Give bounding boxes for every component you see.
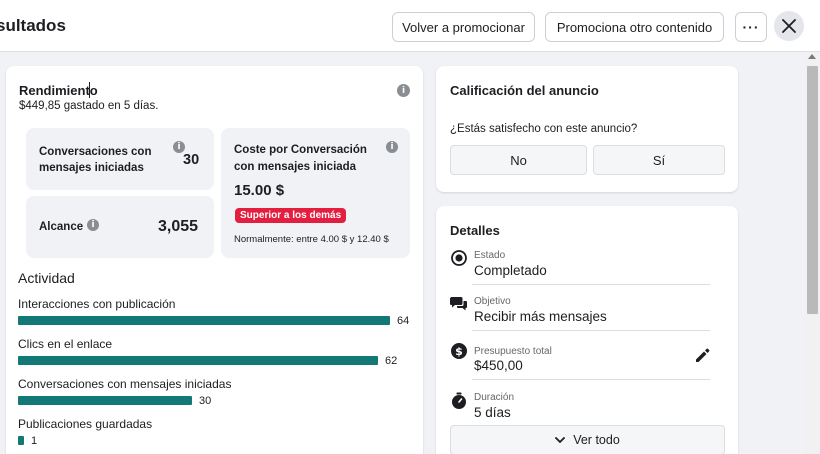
performance-info-icon[interactable]: i <box>397 84 410 97</box>
detail-label: Presupuesto total <box>474 346 552 357</box>
activity-item-value: 64 <box>397 315 410 327</box>
header-bar: sultados Volver a promocionar Promociona… <box>0 0 820 52</box>
detail-label: Duración <box>474 392 515 403</box>
stat-reach: Alcance i 3,055 <box>26 196 214 258</box>
stat-cost-label: Coste por Conversación con mensajes inic… <box>234 144 367 173</box>
rating-yes-button[interactable]: Sí <box>593 145 725 175</box>
scroll-up-arrow-icon[interactable] <box>808 54 816 59</box>
detail-value: $450,00 <box>474 358 523 373</box>
detail-row-duration: Duración 5 días <box>450 390 724 424</box>
detail-row-budget[interactable]: $ Presupuesto total $450,00 <box>450 341 724 379</box>
stat-conversations: Conversaciones con mensajes iniciadas i … <box>26 128 214 190</box>
stat-cost: Coste por Conversación con mensajes inic… <box>221 128 410 258</box>
scrollbar-thumb[interactable] <box>807 66 818 314</box>
stopwatch-icon <box>452 392 466 409</box>
stat-reach-value: 3,055 <box>158 218 199 235</box>
see-all-label: Ver todo <box>573 433 620 447</box>
divider <box>472 379 710 380</box>
performance-subtitle: $449,85 gastado en 5 días. <box>19 100 159 112</box>
rating-question: ¿Estás satisfecho con este anuncio? <box>450 123 638 135</box>
svg-text:$: $ <box>455 345 463 358</box>
stat-cost-value: 15.00 $ <box>234 182 285 199</box>
details-card: Detalles Estado Completado Objetivo Reci… <box>436 206 738 454</box>
activity-item-value: 1 <box>31 435 38 447</box>
detail-row-status: Estado Completado <box>450 248 724 286</box>
details-title: Detalles <box>450 223 500 238</box>
performance-title: Rendimiento <box>19 83 98 98</box>
promote-again-button[interactable]: Volver a promocionar <box>392 12 535 42</box>
scrollbar[interactable] <box>805 52 820 454</box>
performance-badge: Superior a los demás <box>235 208 347 223</box>
detail-label: Objetivo <box>474 296 511 307</box>
divider <box>472 330 710 331</box>
detail-row-objective: Objetivo Recibir más mensajes <box>450 294 724 332</box>
cost-info-icon[interactable]: i <box>386 141 398 153</box>
close-button[interactable] <box>774 11 804 41</box>
detail-value: 5 días <box>474 405 511 420</box>
page-title: sultados <box>0 16 66 35</box>
activity-title: Actividad <box>18 270 75 286</box>
chevron-down-icon <box>555 436 566 443</box>
chat-bubbles-icon <box>450 297 467 311</box>
detail-value: Recibir más mensajes <box>474 309 607 324</box>
see-all-button[interactable]: Ver todo <box>450 425 725 454</box>
stat-reach-label: Alcance <box>39 221 84 233</box>
activity-bar <box>18 436 24 445</box>
activity-item-label: Clics en el enlace <box>18 337 113 351</box>
activity-bar <box>18 396 192 405</box>
promote-other-button[interactable]: Promociona otro contenido <box>545 12 724 42</box>
activity-bar <box>18 316 390 325</box>
dollar-icon: $ <box>451 343 467 359</box>
detail-value: Completado <box>474 263 547 278</box>
activity-item-value: 62 <box>385 355 398 367</box>
divider <box>472 284 710 285</box>
stat-cost-note: Normalmente: entre 4.00 $ y 12.40 $ <box>234 234 389 245</box>
text-cursor <box>89 82 90 98</box>
activity-item-value: 30 <box>199 395 212 407</box>
stat-conversations-value: 30 <box>183 152 200 168</box>
rating-no-button[interactable]: No <box>450 145 587 175</box>
status-radio-icon <box>451 250 467 266</box>
performance-card: Rendimiento $449,85 gastado en 5 días. i… <box>6 66 423 454</box>
activity-item-label: Interacciones con publicación <box>18 297 176 311</box>
activity-item-label: Conversaciones con mensajes iniciadas <box>18 377 232 391</box>
reach-info-icon[interactable]: i <box>87 219 99 231</box>
more-options-button[interactable]: ··· <box>735 12 767 42</box>
detail-label: Estado <box>474 250 506 261</box>
rating-card: Calificación del anuncio ¿Estás satisfec… <box>436 66 738 192</box>
stat-conversations-label: Conversaciones con mensajes iniciadas <box>39 146 152 174</box>
activity-item-label: Publicaciones guardadas <box>18 417 153 431</box>
activity-bar <box>18 356 378 365</box>
close-icon <box>782 19 796 33</box>
edit-pencil-icon[interactable] <box>694 347 711 364</box>
rating-title: Calificación del anuncio <box>450 83 599 98</box>
